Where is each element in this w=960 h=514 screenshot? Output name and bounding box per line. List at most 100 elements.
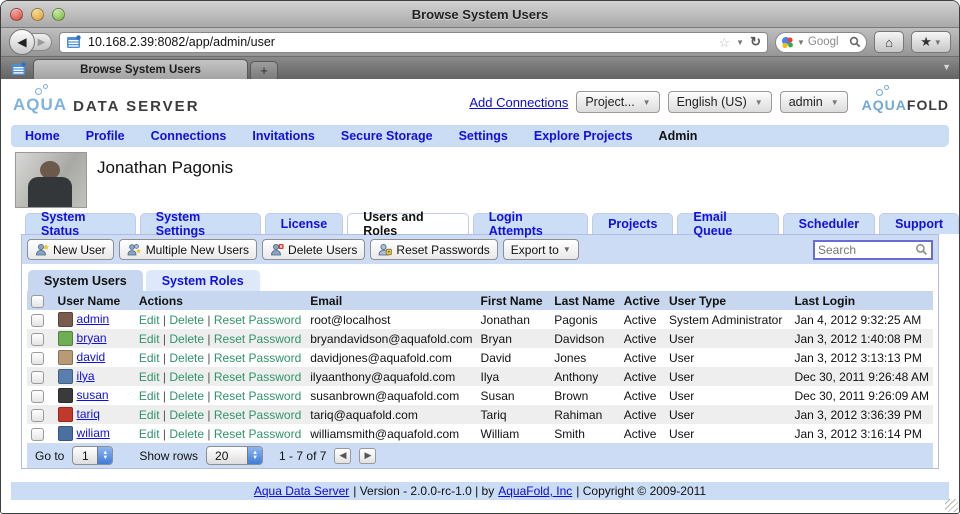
delete-link[interactable]: Delete: [169, 427, 204, 441]
reset-password-link[interactable]: Reset Password: [214, 313, 301, 327]
aqua-data-server-link[interactable]: Aqua Data Server: [254, 484, 349, 498]
edit-link[interactable]: Edit: [139, 389, 160, 403]
google-search-input[interactable]: Googl: [808, 36, 846, 48]
reset-password-link[interactable]: Reset Password: [214, 389, 301, 403]
reset-password-link[interactable]: Reset Password: [214, 351, 301, 365]
nav-item-invitations[interactable]: Invitations: [252, 129, 315, 143]
bookmarks-button[interactable]: ★▼: [911, 31, 951, 53]
reload-icon[interactable]: ↻: [750, 34, 761, 50]
tab-projects[interactable]: Projects: [592, 213, 673, 234]
site-identity-icon[interactable]: [66, 35, 82, 49]
search-engine-dropdown-icon[interactable]: ▼: [797, 38, 805, 47]
row-checkbox[interactable]: [31, 314, 44, 327]
delete-link[interactable]: Delete: [169, 408, 204, 422]
col-user-name[interactable]: User Name: [54, 291, 135, 310]
add-connections-link[interactable]: Add Connections: [469, 95, 568, 110]
col-first-name[interactable]: First Name: [477, 291, 551, 310]
goto-page-select[interactable]: 1▲▼: [72, 446, 113, 465]
subtab-system-users[interactable]: System Users: [28, 270, 143, 291]
edit-link[interactable]: Edit: [139, 408, 160, 422]
multiple-new-users-button[interactable]: Multiple New Users: [119, 239, 257, 260]
tab-system-settings[interactable]: System Settings: [140, 213, 261, 234]
new-tab-button[interactable]: +: [250, 61, 278, 79]
tab-users-and-roles[interactable]: Users and Roles: [347, 213, 469, 234]
user-menu-dropdown[interactable]: admin▼: [780, 91, 848, 113]
col-email[interactable]: Email: [306, 291, 476, 310]
user-name-link[interactable]: ilya: [77, 369, 95, 383]
aquafold-link[interactable]: AquaFold, Inc: [498, 484, 572, 498]
col-user-type[interactable]: User Type: [665, 291, 790, 310]
delete-link[interactable]: Delete: [169, 351, 204, 365]
tab-list-dropdown-icon[interactable]: ▼: [942, 62, 951, 72]
next-page-button[interactable]: ▶: [359, 448, 376, 464]
delete-link[interactable]: Delete: [169, 313, 204, 327]
delete-link[interactable]: Delete: [169, 370, 204, 384]
reset-password-link[interactable]: Reset Password: [214, 427, 301, 441]
forward-button[interactable]: ▶: [32, 33, 52, 51]
row-checkbox[interactable]: [31, 428, 44, 441]
user-name-link[interactable]: admin: [77, 312, 110, 326]
delete-link[interactable]: Delete: [169, 389, 204, 403]
window-resize-grip[interactable]: [945, 499, 958, 512]
row-checkbox[interactable]: [31, 390, 44, 403]
col-active[interactable]: Active: [620, 291, 665, 310]
table-row: tariq Edit | Delete | Reset Password tar…: [27, 405, 933, 424]
google-logo-icon[interactable]: [781, 36, 794, 49]
tab-support[interactable]: Support: [879, 213, 959, 234]
edit-link[interactable]: Edit: [139, 313, 160, 327]
url-bar[interactable]: 10.168.2.39:8082/app/admin/user ☆ ▼ ↻: [59, 32, 768, 53]
user-name-link[interactable]: tariq: [77, 407, 100, 421]
search-input[interactable]: [818, 243, 915, 257]
google-search-box[interactable]: ▼ Googl: [775, 32, 867, 53]
reset-password-link[interactable]: Reset Password: [214, 370, 301, 384]
bookmark-star-icon[interactable]: ☆: [719, 36, 731, 49]
row-checkbox[interactable]: [31, 371, 44, 384]
reset-passwords-button[interactable]: Reset Passwords: [370, 239, 497, 260]
tab-license[interactable]: License: [265, 213, 344, 234]
edit-link[interactable]: Edit: [139, 351, 160, 365]
nav-item-home[interactable]: Home: [25, 129, 60, 143]
delete-users-button[interactable]: Delete Users: [262, 239, 365, 260]
back-button[interactable]: ◀: [9, 29, 35, 55]
nav-item-admin[interactable]: Admin: [659, 129, 698, 143]
nav-item-settings[interactable]: Settings: [459, 129, 508, 143]
user-name-link[interactable]: david: [77, 350, 106, 364]
export-to-dropdown[interactable]: Export to▼: [503, 239, 579, 260]
nav-item-profile[interactable]: Profile: [86, 129, 125, 143]
user-type-cell: User: [665, 424, 790, 443]
col-last-login[interactable]: Last Login: [790, 291, 933, 310]
new-user-button[interactable]: New User: [27, 239, 114, 260]
home-button[interactable]: ⌂: [874, 31, 904, 53]
edit-link[interactable]: Edit: [139, 427, 160, 441]
user-name-link[interactable]: bryan: [77, 331, 107, 345]
browser-tab[interactable]: Browse System Users: [33, 59, 248, 79]
tab-login-attempts[interactable]: Login Attempts: [473, 213, 588, 234]
row-checkbox[interactable]: [31, 409, 44, 422]
nav-item-secure-storage[interactable]: Secure Storage: [341, 129, 433, 143]
delete-link[interactable]: Delete: [169, 332, 204, 346]
tab-email-queue[interactable]: Email Queue: [677, 213, 778, 234]
row-checkbox[interactable]: [31, 333, 44, 346]
nav-item-explore-projects[interactable]: Explore Projects: [534, 129, 633, 143]
tab-scheduler[interactable]: Scheduler: [783, 213, 875, 234]
show-rows-select[interactable]: 20▲▼: [206, 446, 263, 465]
url-text[interactable]: 10.168.2.39:8082/app/admin/user: [88, 35, 713, 49]
tab-system-status[interactable]: System Status: [25, 213, 136, 234]
select-all-checkbox[interactable]: [31, 295, 44, 308]
user-name-link[interactable]: susan: [77, 388, 109, 402]
nav-item-connections[interactable]: Connections: [151, 129, 227, 143]
edit-link[interactable]: Edit: [139, 332, 160, 346]
previous-page-button[interactable]: ◀: [334, 448, 351, 464]
search-icon[interactable]: [915, 243, 928, 256]
url-dropdown-icon[interactable]: ▼: [736, 38, 744, 47]
row-checkbox[interactable]: [31, 352, 44, 365]
search-go-icon[interactable]: [849, 36, 861, 48]
subtab-system-roles[interactable]: System Roles: [146, 270, 260, 291]
edit-link[interactable]: Edit: [139, 370, 160, 384]
reset-password-link[interactable]: Reset Password: [214, 332, 301, 346]
reset-password-link[interactable]: Reset Password: [214, 408, 301, 422]
language-dropdown[interactable]: English (US)▼: [668, 91, 772, 113]
col-last-name[interactable]: Last Name: [550, 291, 620, 310]
project-dropdown[interactable]: Project...▼: [576, 91, 659, 113]
user-name-link[interactable]: wiliam: [77, 426, 110, 440]
